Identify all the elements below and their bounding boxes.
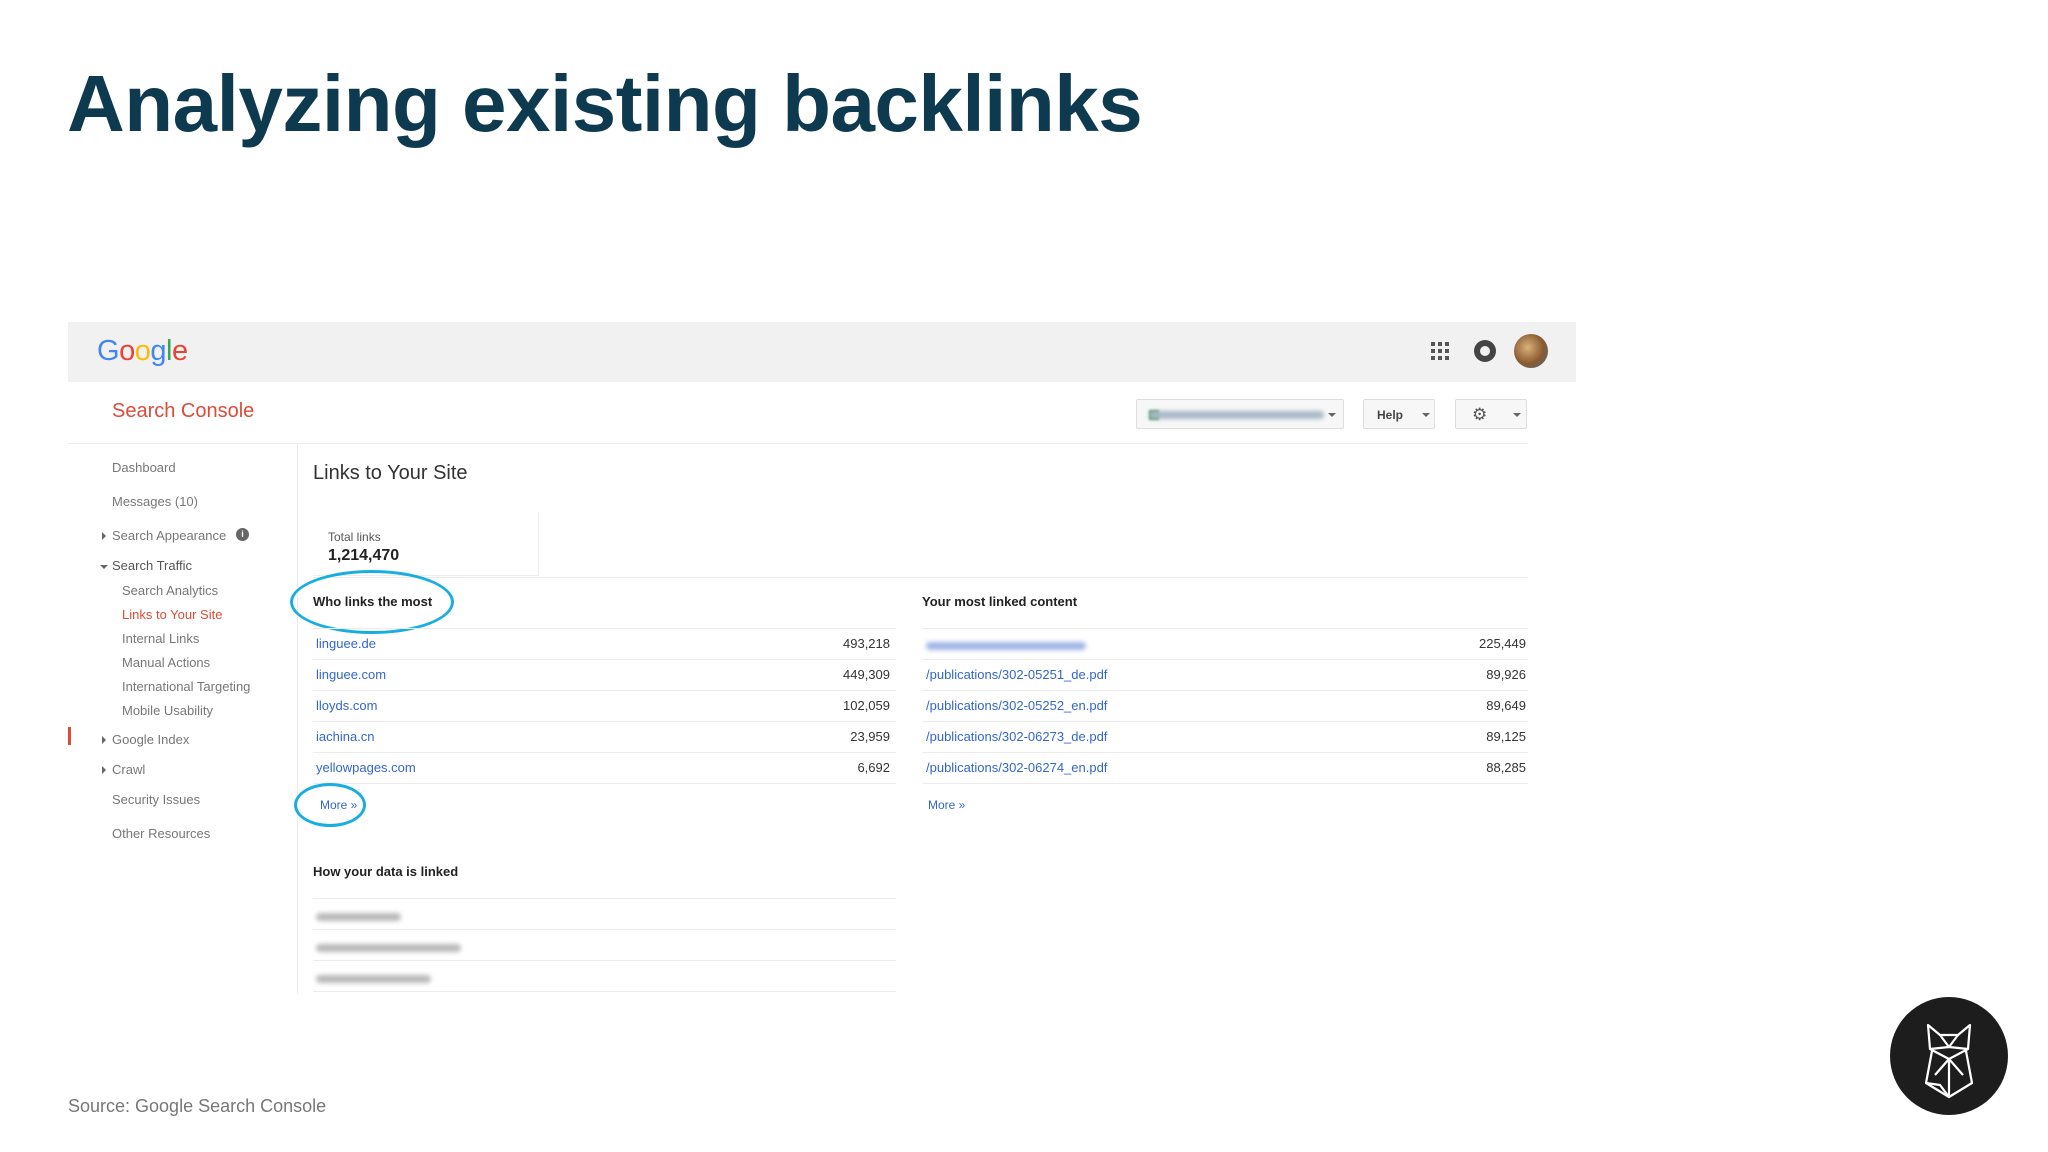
divider	[313, 752, 896, 753]
google-logo: Google	[97, 335, 188, 368]
site-selector[interactable]	[1136, 399, 1344, 429]
logo-letter: e	[171, 335, 188, 367]
sidebar-item-search-analytics[interactable]: Search Analytics	[122, 583, 218, 598]
search-console-screenshot: Google Search Console Help ⚙ Dashboard M…	[68, 322, 1576, 994]
sidebar-item-internal-links[interactable]: Internal Links	[122, 631, 199, 646]
backlink-domain[interactable]: iachina.cn	[316, 729, 375, 744]
linked-page[interactable]: /publications/302-06274_en.pdf	[926, 760, 1107, 775]
blurred-row	[316, 975, 431, 983]
backlink-count: 102,059	[843, 698, 890, 713]
divider	[313, 577, 1528, 578]
linked-count: 89,125	[1486, 729, 1526, 744]
logo-letter: o	[119, 335, 135, 367]
backlink-domain[interactable]: linguee.de	[316, 636, 376, 651]
linked-page[interactable]: /publications/302-05252_en.pdf	[926, 698, 1107, 713]
sidebar-item-security-issues[interactable]: Security Issues	[112, 792, 200, 807]
chevron-down-icon	[1328, 413, 1336, 417]
divider	[313, 690, 896, 691]
divider	[313, 721, 896, 722]
sidebar-item-dashboard[interactable]: Dashboard	[112, 460, 176, 475]
blurred-row	[316, 944, 461, 952]
linked-page[interactable]: /publications/302-06273_de.pdf	[926, 729, 1107, 744]
divider	[922, 690, 1528, 691]
linked-count: 89,926	[1486, 667, 1526, 682]
search-console-header: Search Console Help ⚙	[68, 382, 1528, 444]
site-url-blurred	[1149, 411, 1324, 419]
divider	[313, 628, 896, 629]
logo-letter: g	[150, 335, 166, 367]
expand-arrow-icon[interactable]	[102, 766, 106, 774]
more-link[interactable]: More »	[928, 798, 965, 812]
logo-letter: o	[134, 335, 151, 367]
backlink-count: 449,309	[843, 667, 890, 682]
total-links-label: Total links	[328, 530, 381, 544]
app-title[interactable]: Search Console	[112, 400, 254, 423]
linked-count: 88,285	[1486, 760, 1526, 775]
most-linked-heading: Your most linked content	[922, 594, 1078, 609]
info-icon[interactable]: i	[236, 528, 249, 541]
total-links-value: 1,214,470	[328, 547, 400, 564]
linked-page[interactable]: /publications/302-05251_de.pdf	[926, 667, 1107, 682]
notifications-icon[interactable]	[1474, 340, 1496, 362]
sidebar-item-google-index[interactable]: Google Index	[112, 732, 189, 747]
help-button-label: Help	[1377, 408, 1404, 422]
linked-count: 225,449	[1479, 636, 1526, 651]
blurred-url	[926, 642, 1086, 650]
slide-title: Analyzing existing backlinks	[67, 59, 1143, 148]
apps-grid-icon[interactable]	[1431, 342, 1449, 360]
backlink-domain[interactable]: lloyds.com	[316, 698, 377, 713]
help-button[interactable]: Help	[1363, 399, 1435, 429]
blurred-row	[316, 913, 401, 921]
source-caption: Source: Google Search Console	[68, 1096, 327, 1116]
sidebar	[68, 444, 298, 994]
gear-icon: ⚙	[1472, 405, 1488, 424]
logo-letter: G	[97, 335, 120, 367]
settings-button[interactable]: ⚙	[1455, 399, 1527, 429]
sidebar-item-manual-actions[interactable]: Manual Actions	[122, 655, 210, 670]
backlink-domain[interactable]: yellowpages.com	[316, 760, 416, 775]
expand-arrow-icon[interactable]	[102, 532, 106, 540]
sidebar-item-links-to-your-site[interactable]: Links to Your Site	[122, 607, 222, 622]
linked-count: 89,649	[1486, 698, 1526, 713]
backlink-count: 6,692	[857, 760, 890, 775]
highlight-circle	[290, 570, 454, 634]
total-links-box: Total links 1,214,470	[313, 512, 539, 576]
divider	[313, 659, 896, 660]
backlink-count: 493,218	[843, 636, 890, 651]
active-indicator	[68, 727, 71, 745]
divider	[313, 929, 896, 930]
google-top-bar: Google	[68, 322, 1576, 382]
chevron-down-icon	[1513, 413, 1521, 417]
divider	[313, 991, 896, 992]
divider	[313, 783, 896, 784]
sidebar-item-international-targeting[interactable]: International Targeting	[122, 679, 250, 694]
divider	[922, 659, 1528, 660]
sidebar-item-other-resources[interactable]: Other Resources	[112, 826, 210, 841]
sidebar-item-messages[interactable]: Messages (10)	[112, 494, 198, 509]
collapse-arrow-icon[interactable]	[100, 565, 108, 569]
expand-arrow-icon[interactable]	[102, 736, 106, 744]
sidebar-item-mobile-usability[interactable]: Mobile Usability	[122, 703, 213, 718]
divider	[313, 960, 896, 961]
divider	[922, 628, 1528, 629]
fox-logo	[1890, 997, 2008, 1115]
highlight-circle	[294, 783, 366, 827]
divider	[922, 752, 1528, 753]
backlink-count: 23,959	[850, 729, 890, 744]
sidebar-item-crawl[interactable]: Crawl	[112, 762, 145, 777]
how-linked-heading: How your data is linked	[313, 864, 459, 879]
divider	[313, 898, 896, 899]
page-title: Links to Your Site	[313, 462, 468, 484]
fox-icon	[1924, 1023, 1974, 1099]
divider	[922, 783, 1528, 784]
sidebar-item-search-traffic[interactable]: Search Traffic	[112, 558, 192, 573]
account-avatar[interactable]	[1514, 334, 1548, 368]
divider	[922, 721, 1528, 722]
sidebar-item-search-appearance[interactable]: Search Appearance	[112, 528, 226, 543]
chevron-down-icon	[1422, 413, 1430, 417]
backlink-domain[interactable]: linguee.com	[316, 667, 386, 682]
